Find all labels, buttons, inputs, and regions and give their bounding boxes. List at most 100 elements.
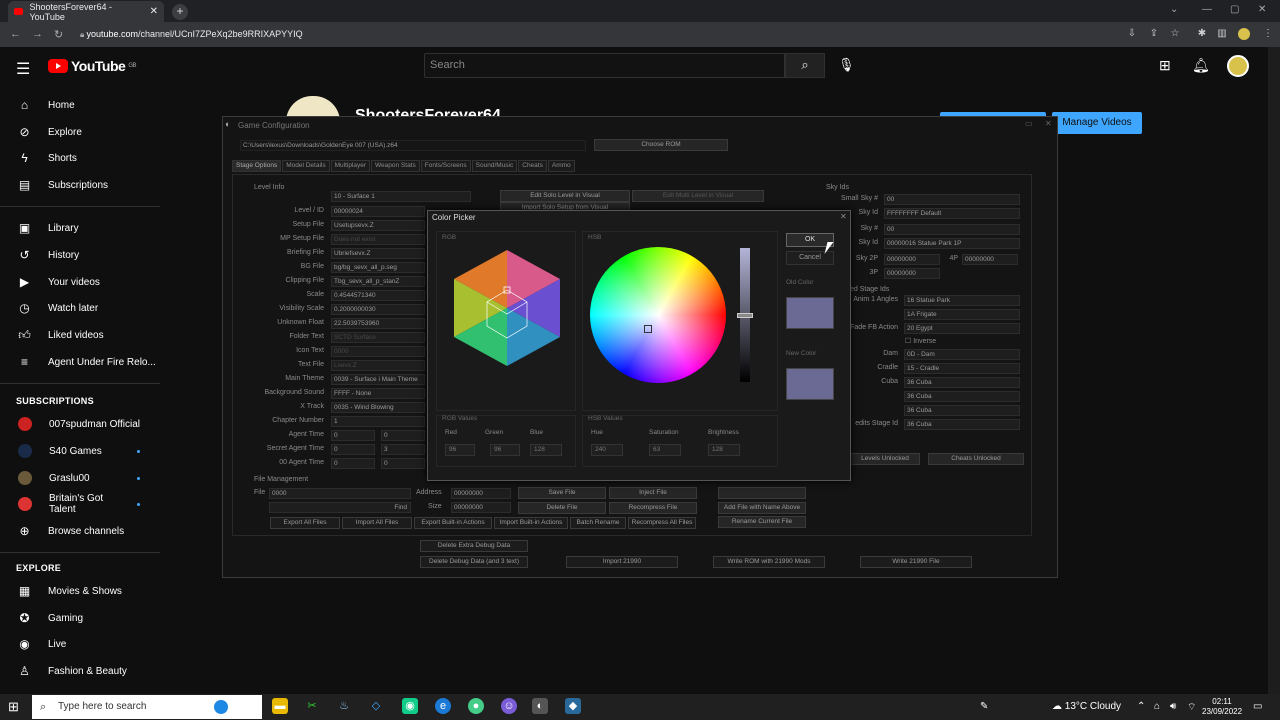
tab-multiplayer[interactable]: Multiplayer bbox=[330, 160, 371, 172]
export-all-button[interactable]: Export All Files bbox=[270, 517, 340, 529]
field-value[interactable]: 22.5039753960 bbox=[331, 318, 425, 329]
hamburger-menu-icon[interactable]: ☰ bbox=[16, 59, 30, 79]
edit-multi-visual-button[interactable]: Edit Multi Level in Visual bbox=[632, 190, 764, 202]
clock[interactable]: 02:11 23/09/2022 bbox=[1202, 697, 1242, 717]
rom-path-field[interactable]: C:\Users\lexus\Downloads\GoldenEye 007 (… bbox=[240, 140, 586, 151]
microphone-icon[interactable]: 🎙︎ bbox=[838, 57, 855, 73]
field-value-secondary[interactable]: 0 bbox=[381, 430, 425, 441]
field-value[interactable]: 0035 - Wind Blowing bbox=[331, 402, 425, 413]
delete-extra-debug-button[interactable]: Delete Extra Debug Data bbox=[420, 540, 528, 552]
brightness-handle[interactable] bbox=[737, 313, 753, 318]
tab-ammo[interactable]: Ammo bbox=[547, 160, 575, 172]
delete-file-button[interactable]: Delete File bbox=[518, 502, 606, 514]
sidebar-item-channel[interactable]: S40 Games bbox=[0, 438, 160, 464]
side-panel-icon[interactable]: ▥ bbox=[1216, 28, 1228, 40]
steam-app-icon[interactable]: ◆ bbox=[565, 698, 581, 714]
edit-solo-visual-button[interactable]: Edit Solo Level in Visual bbox=[500, 190, 630, 202]
sky-field-value[interactable]: FFFFFFFF Default bbox=[884, 208, 1020, 219]
rgb-color-cube[interactable] bbox=[452, 248, 562, 368]
tab-fonts-screens[interactable]: Fonts/Screens bbox=[420, 160, 471, 172]
hue-saturation-wheel[interactable] bbox=[590, 247, 726, 383]
sidebar-item-explore[interactable]: ⊘ Explore bbox=[0, 119, 160, 145]
back-icon[interactable]: ← bbox=[10, 28, 21, 40]
chevron-up-icon[interactable]: ⌃ bbox=[1137, 701, 1145, 712]
search-input[interactable]: Search bbox=[424, 53, 785, 78]
recompress-all-button[interactable]: Recompress All Files bbox=[628, 517, 696, 529]
sidebar-item-liked-videos[interactable]: 👍︎ Liked videos bbox=[0, 322, 160, 348]
share-icon[interactable]: ⇪ bbox=[1148, 28, 1160, 40]
level-select[interactable]: 10 - Surface 1 bbox=[331, 191, 471, 202]
bookmark-star-icon[interactable]: ☆ bbox=[1169, 28, 1181, 40]
edge-icon[interactable]: e bbox=[435, 698, 451, 714]
file-explorer-icon[interactable]: ▬ bbox=[272, 698, 288, 714]
inject-file-button[interactable]: Inject File bbox=[609, 487, 697, 499]
field-value[interactable]: 0 bbox=[331, 458, 375, 469]
tab-sound-music[interactable]: Sound/Music bbox=[471, 160, 518, 172]
find-field[interactable]: Find bbox=[269, 502, 411, 513]
close-window-icon[interactable]: ✕ bbox=[1258, 4, 1266, 15]
blue-spinbox[interactable]: 128 bbox=[530, 444, 562, 456]
sky-field-value[interactable]: 00 bbox=[884, 224, 1020, 235]
reload-icon[interactable]: ↻ bbox=[54, 28, 63, 41]
discord-icon[interactable]: ☺ bbox=[501, 698, 517, 714]
new-tab-icon[interactable]: + bbox=[172, 4, 188, 20]
menu-dots-icon[interactable]: ⋮ bbox=[1262, 28, 1274, 40]
stage-field-value[interactable]: 16 Statue Park bbox=[904, 295, 1020, 306]
minimize-icon[interactable]: — bbox=[1202, 4, 1212, 15]
close-icon[interactable]: ✕ bbox=[840, 212, 847, 221]
stage-field-value[interactable]: 36 Cuba bbox=[904, 405, 1020, 416]
profile-icon[interactable] bbox=[1238, 28, 1250, 40]
field-value[interactable]: Usetupsevx.Z bbox=[331, 220, 425, 231]
write-21990-button[interactable]: Write 21990 File bbox=[860, 556, 972, 568]
import-all-button[interactable]: Import All Files bbox=[342, 517, 412, 529]
speaker-icon[interactable]: 🔊︎ bbox=[1170, 701, 1176, 712]
sky-field-value[interactable]: 00000016 Statue Park 1P bbox=[884, 238, 1020, 249]
delete-debug-button[interactable]: Delete Debug Data (and 3 text) bbox=[420, 556, 528, 568]
sidebar-item-channel[interactable]: Graslu00 bbox=[0, 465, 160, 491]
vs-code-icon[interactable]: ◇ bbox=[368, 698, 384, 714]
field-value[interactable]: 0 bbox=[331, 430, 375, 441]
sky-field-value[interactable]: 00000000 bbox=[962, 254, 1018, 265]
tab-search-icon[interactable]: ⌄ bbox=[1170, 4, 1178, 15]
stage-field-value[interactable]: 0D - Dam bbox=[904, 349, 1020, 360]
sidebar-item-library[interactable]: ▣ Library bbox=[0, 215, 160, 241]
size-field[interactable]: 00000000 bbox=[451, 502, 511, 513]
new-file-name-field[interactable] bbox=[718, 487, 806, 499]
notifications-icon[interactable]: ▭ bbox=[1253, 701, 1262, 712]
sidebar-item-watch-later[interactable]: ◷ Watch later bbox=[0, 295, 160, 321]
search-button[interactable]: ⌕ bbox=[785, 53, 825, 78]
import-21990-button[interactable]: Import 21990 bbox=[566, 556, 678, 568]
sidebar-item-history[interactable]: ↺ History bbox=[0, 242, 160, 268]
sky-field-value[interactable]: 00000000 bbox=[884, 268, 940, 279]
wheel-selector[interactable] bbox=[644, 325, 652, 333]
sidebar-item-browse-channels[interactable]: ⊕ Browse channels bbox=[0, 518, 160, 544]
rename-file-button[interactable]: Rename Current File bbox=[718, 516, 806, 528]
editor-app-icon[interactable]: ◐ bbox=[532, 698, 548, 714]
field-value[interactable]: Does not exist bbox=[331, 234, 425, 245]
field-value[interactable]: 0 bbox=[331, 444, 375, 455]
sidebar-item-playlist[interactable]: ≡ Agent Under Fire Relo... bbox=[0, 349, 160, 375]
taskbar-search-input[interactable]: ⌕ Type here to search bbox=[32, 695, 262, 719]
field-value[interactable]: SCTD Surface bbox=[331, 332, 425, 343]
file-select[interactable]: 0000 bbox=[269, 488, 411, 499]
sidebar-item-fashion[interactable]: ♙ Fashion & Beauty bbox=[0, 658, 160, 684]
stage-field-value[interactable]: 36 Cuba bbox=[904, 377, 1020, 388]
browser-tab[interactable]: ShootersForever64 - YouTube ✕ bbox=[8, 1, 164, 22]
sidebar-item-subscriptions[interactable]: ▤ Subscriptions bbox=[0, 172, 160, 198]
field-value-secondary[interactable]: 3 bbox=[381, 444, 425, 455]
stage-field-value[interactable]: 1A Frigate bbox=[904, 309, 1020, 320]
network-icon[interactable]: ⌂ bbox=[1154, 701, 1160, 712]
field-value[interactable]: bg/bg_sevx_all_p.seg bbox=[331, 262, 425, 273]
maximize-icon[interactable]: ▢ bbox=[1230, 4, 1239, 15]
field-value-secondary[interactable]: 0 bbox=[381, 458, 425, 469]
account-avatar[interactable] bbox=[1227, 55, 1249, 77]
saturation-spinbox[interactable]: 63 bbox=[649, 444, 681, 456]
write-rom-21990-button[interactable]: Write ROM with 21990 Mods bbox=[713, 556, 825, 568]
field-value[interactable]: FFFF - None bbox=[331, 388, 425, 399]
snipping-tool-icon[interactable]: ✂ bbox=[304, 698, 320, 714]
hue-spinbox[interactable]: 240 bbox=[591, 444, 623, 456]
field-value[interactable]: 0.4544571340 bbox=[331, 290, 425, 301]
sidebar-item-channel[interactable]: 007spudman Official bbox=[0, 411, 160, 437]
weather-widget[interactable]: ☁ 13°C Cloudy bbox=[1052, 701, 1121, 712]
field-value[interactable]: 0.2000000030 bbox=[331, 304, 425, 315]
